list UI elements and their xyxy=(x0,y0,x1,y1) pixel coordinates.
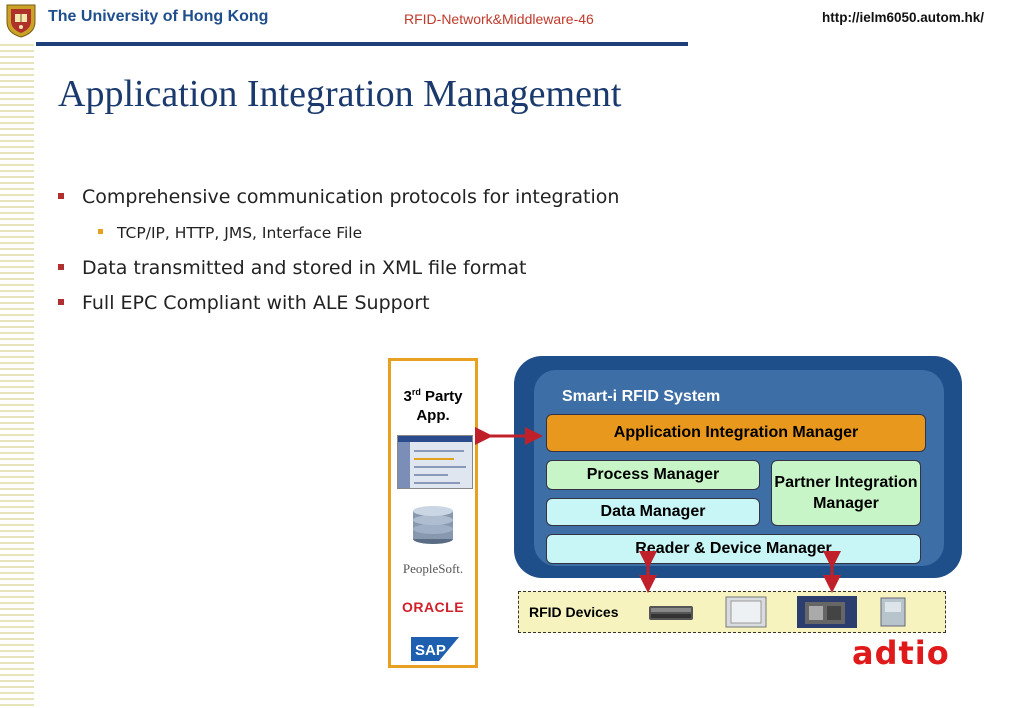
bullet-item: Full EPC Compliant with ALE Support xyxy=(58,292,430,314)
slide-title: Application Integration Management xyxy=(58,73,622,115)
rfid-devices-label: RFID Devices xyxy=(529,604,619,620)
third-party-app-box: 3rd Party App. PeopleSoft. ORACLE SAP xyxy=(388,358,478,668)
data-manager: Data Manager xyxy=(546,498,760,526)
bullet-text: Comprehensive communication protocols fo… xyxy=(82,186,620,208)
third-party-title-num: 3 xyxy=(403,388,412,405)
bullet-text: Data transmitted and stored in XML file … xyxy=(82,257,527,279)
rfid-reader-icon xyxy=(649,606,693,620)
third-party-title-sup: rd xyxy=(411,387,421,397)
sub-bullet-text: TCP/IP, HTTP, JMS, Interface File xyxy=(117,224,363,242)
course-code: RFID-Network&Middleware-46 xyxy=(404,11,594,27)
third-party-title-line2: App. xyxy=(416,407,450,424)
database-icon xyxy=(413,506,453,544)
rfid-panel-icon xyxy=(725,596,767,628)
third-party-title-rest: Party xyxy=(420,388,463,405)
sub-bullet-item: TCP/IP, HTTP, JMS, Interface File xyxy=(98,224,362,242)
peoplesoft-logo: PeopleSoft. xyxy=(402,561,464,576)
bullet-marker xyxy=(58,192,64,199)
bullet-item: Data transmitted and stored in XML file … xyxy=(58,257,526,279)
partner-integration-manager: Partner Integration Manager xyxy=(771,460,921,526)
reader-device-manager: Reader & Device Manager xyxy=(546,534,921,564)
rfid-printer-icon xyxy=(797,596,857,628)
process-manager: Process Manager xyxy=(546,460,760,490)
app-screenshot-thumbnail xyxy=(397,435,473,489)
sap-logo: SAP xyxy=(411,637,459,661)
header-rule xyxy=(36,42,688,46)
third-party-title: 3rd Party App. xyxy=(391,383,475,425)
university-name: The University of Hong Kong xyxy=(48,8,269,25)
bullet-item: Comprehensive communication protocols fo… xyxy=(58,186,619,208)
slide-header: The University of Hong Kong RFID-Network… xyxy=(0,0,1023,46)
rfid-devices-box: RFID Devices xyxy=(518,591,946,633)
sap-logo-text: SAP xyxy=(415,642,446,659)
oracle-logo: ORACLE xyxy=(401,599,465,615)
application-integration-manager: Application Integration Manager xyxy=(546,414,926,452)
bullet-text: Full EPC Compliant with ALE Support xyxy=(82,292,430,314)
adtio-brand-logo: adtio xyxy=(852,634,950,672)
university-crest-icon xyxy=(6,4,36,38)
left-margin-stripes xyxy=(0,44,34,708)
bullet-marker xyxy=(58,263,64,270)
system-label: Smart-i RFID System xyxy=(562,388,721,405)
bullet-marker xyxy=(58,298,64,305)
rfid-handheld-icon xyxy=(880,597,906,627)
sub-bullet-marker xyxy=(98,229,103,234)
course-url: http://ielm6050.autom.hk/ xyxy=(822,10,985,25)
